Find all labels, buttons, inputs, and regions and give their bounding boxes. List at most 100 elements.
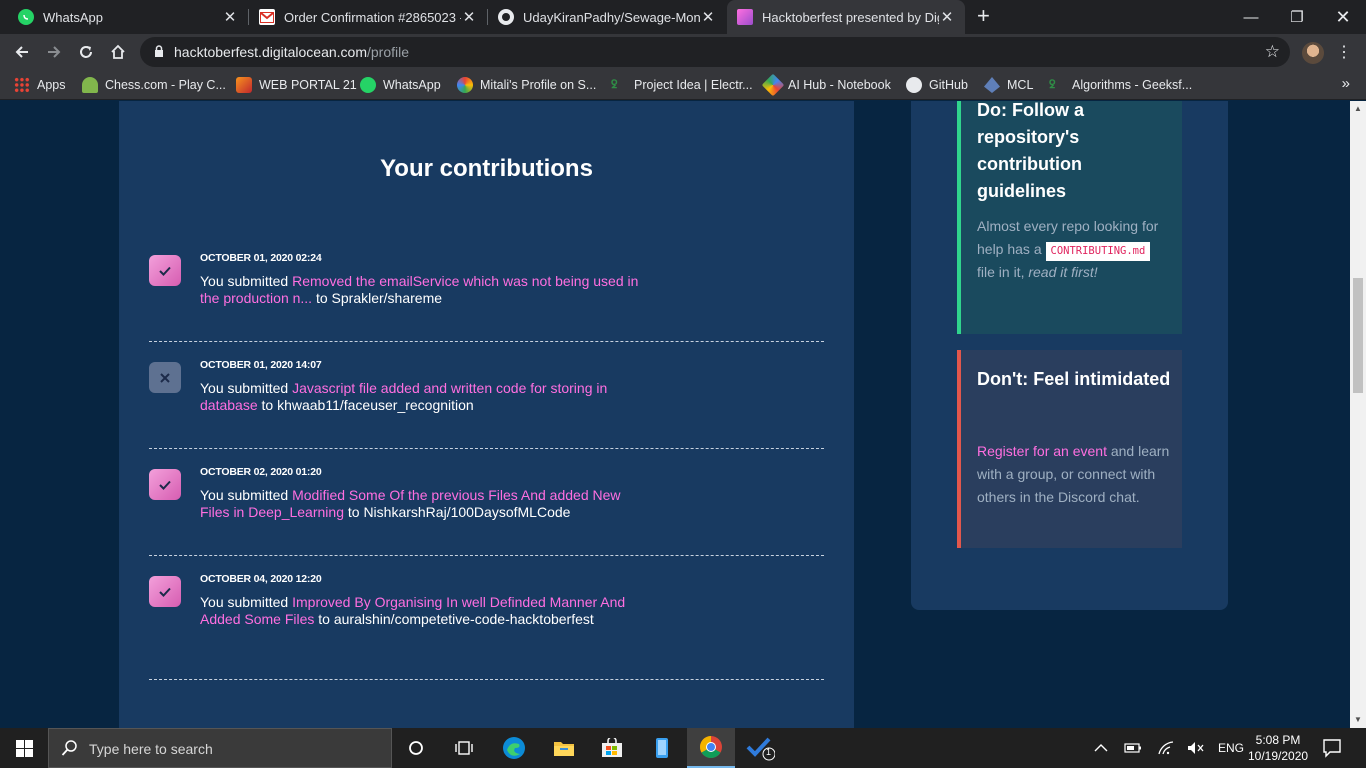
edge-icon[interactable] xyxy=(490,728,538,768)
bookmark-project-idea[interactable]: ꝿ Project Idea | Electr... xyxy=(611,76,753,94)
close-icon[interactable]: ✕ xyxy=(222,8,238,26)
contribution-description: You submitted Removed the emailService w… xyxy=(200,273,639,306)
contribution-description: You submitted Modified Some Of the previ… xyxy=(200,487,621,520)
todo-app-icon[interactable]: 1 xyxy=(736,728,784,768)
task-view-icon[interactable] xyxy=(440,728,488,768)
bookmark-github[interactable]: GitHub xyxy=(906,76,968,94)
windows-start-button[interactable] xyxy=(0,728,48,768)
menu-kebab-icon[interactable]: ⋮ xyxy=(1336,40,1352,66)
check-icon xyxy=(149,255,181,286)
tab-whatsapp[interactable]: WhatsApp ✕ xyxy=(0,0,248,34)
url-text: hacktoberfest.digitalocean.com/profile xyxy=(174,44,410,60)
ai-hub-icon xyxy=(761,73,785,97)
microsoft-store-icon[interactable] xyxy=(588,728,636,768)
wifi-icon[interactable] xyxy=(1157,728,1175,768)
page-scrollbar[interactable]: ▲ ▼ xyxy=(1350,101,1366,728)
windows-logo-icon xyxy=(15,739,33,757)
apps-grid-icon xyxy=(14,77,30,93)
tip-dont-heading: Don't: Feel intimidated xyxy=(977,369,1171,389)
profile-avatar[interactable] xyxy=(1302,42,1324,64)
web-portal-icon xyxy=(236,77,252,93)
scrollbar-thumb[interactable] xyxy=(1353,278,1363,393)
reload-icon[interactable] xyxy=(74,40,98,64)
mcl-icon xyxy=(984,77,1000,93)
volume-muted-icon[interactable] xyxy=(1187,728,1205,768)
back-icon[interactable] xyxy=(10,40,34,64)
contribution-item: OCTOBER 01, 2020 14:07 You submitted Jav… xyxy=(149,359,824,452)
register-event-link[interactable]: Register for an event xyxy=(977,443,1107,459)
contribution-date: OCTOBER 02, 2020 01:20 xyxy=(200,466,322,478)
tab-hacktoberfest[interactable]: Hacktoberfest presented by Digit ✕ xyxy=(727,0,965,34)
tip-do-body: Almost every repo looking for help has a… xyxy=(977,218,1159,280)
bookmark-mitali-profile[interactable]: Mitali's Profile on S... xyxy=(457,76,596,94)
check-icon xyxy=(149,576,181,607)
home-icon[interactable] xyxy=(106,40,130,64)
phone-app-icon[interactable] xyxy=(638,728,686,768)
notification-badge: 1 xyxy=(766,747,772,757)
bookmark-apps[interactable]: Apps xyxy=(14,76,66,94)
geeksforgeeks-icon: ꝿ xyxy=(611,79,618,91)
search-icon xyxy=(61,739,79,762)
language-indicator[interactable]: ENG xyxy=(1218,728,1244,768)
contribution-item: OCTOBER 02, 2020 01:20 You submitted Mod… xyxy=(149,466,824,559)
page-viewport: Your contributions OCTOBER 01, 2020 02:2… xyxy=(0,101,1350,728)
minimize-icon[interactable]: — xyxy=(1228,0,1274,34)
hacktoberfest-icon xyxy=(737,9,753,25)
tip-do-heading: Do: Follow a repository's contribution g… xyxy=(977,101,1084,201)
x-icon xyxy=(149,362,181,393)
bookmark-algorithms[interactable]: ꝿ Algorithms - Geeksf... xyxy=(1049,76,1192,94)
contribution-date: OCTOBER 04, 2020 12:20 xyxy=(200,573,322,585)
close-window-icon[interactable]: ✕ xyxy=(1320,0,1366,34)
forward-icon[interactable] xyxy=(42,40,66,64)
tab-github-repo[interactable]: UdayKiranPadhy/Sewage-Monito ✕ xyxy=(488,0,726,34)
contribution-date: OCTOBER 01, 2020 02:24 xyxy=(200,252,322,264)
tip-dont-card: Don't: Feel intimidated Register for an … xyxy=(957,350,1182,548)
tip-dont-body: Register for an event and learn with a g… xyxy=(977,443,1170,505)
scroll-down-icon[interactable]: ▼ xyxy=(1350,712,1366,728)
system-clock[interactable]: 5:08 PM 10/19/2020 xyxy=(1248,732,1308,764)
address-bar[interactable]: hacktoberfest.digitalocean.com/profile ☆ xyxy=(140,37,1290,67)
bookmark-mcl[interactable]: MCL xyxy=(984,76,1033,94)
taskbar-search-input[interactable]: Type here to search xyxy=(48,728,392,768)
lock-icon xyxy=(154,45,164,63)
whatsapp-icon xyxy=(360,77,376,93)
chevron-up-icon[interactable] xyxy=(1094,728,1108,768)
close-icon[interactable]: ✕ xyxy=(700,8,716,26)
close-icon[interactable]: ✕ xyxy=(939,8,955,26)
action-center-icon[interactable] xyxy=(1322,738,1342,763)
entry-divider xyxy=(149,679,824,680)
browser-tab-strip: WhatsApp ✕ Order Confirmation #2865023 -… xyxy=(0,0,1366,34)
code-snippet: CONTRIBUTING.md xyxy=(1045,242,1151,261)
close-icon[interactable]: ✕ xyxy=(461,8,477,26)
bookmark-ai-hub[interactable]: AI Hub - Notebook xyxy=(761,73,891,97)
github-icon xyxy=(906,77,922,93)
contribution-item: OCTOBER 01, 2020 02:24 You submitted Rem… xyxy=(149,252,824,345)
geeksforgeeks-icon: ꝿ xyxy=(1049,79,1056,91)
gmail-icon xyxy=(259,9,275,25)
contributions-card: Your contributions OCTOBER 01, 2020 02:2… xyxy=(119,101,854,728)
bookmark-star-icon[interactable]: ☆ xyxy=(1265,42,1280,62)
contribution-item: OCTOBER 04, 2020 12:20 You submitted Imp… xyxy=(149,573,824,686)
bookmark-chess[interactable]: Chess.com - Play C... xyxy=(82,76,226,94)
cortana-icon[interactable] xyxy=(392,728,440,768)
contribution-description: You submitted Javascript file added and … xyxy=(200,380,608,413)
tip-do-card: Do: Follow a repository's contribution g… xyxy=(957,101,1182,334)
bookmark-whatsapp[interactable]: WhatsApp xyxy=(360,76,441,94)
file-explorer-icon[interactable] xyxy=(540,728,588,768)
new-tab-button[interactable]: + xyxy=(977,5,997,27)
tab-order-confirmation[interactable]: Order Confirmation #2865023 - ki ✕ xyxy=(249,0,487,34)
battery-icon[interactable] xyxy=(1124,728,1142,768)
entry-divider xyxy=(149,555,824,556)
bookmarks-bar: Apps Chess.com - Play C... WEB PORTAL 21… xyxy=(0,70,1366,100)
entry-divider xyxy=(149,448,824,449)
browser-toolbar: hacktoberfest.digitalocean.com/profile ☆ xyxy=(0,34,1366,70)
contribution-date: OCTOBER 01, 2020 14:07 xyxy=(200,359,322,371)
tips-sidebar: Do: Follow a repository's contribution g… xyxy=(911,101,1228,610)
chrome-icon[interactable] xyxy=(687,728,735,768)
windows-taskbar: Type here to search 1 ENG 5:08 PM 10/19/… xyxy=(0,728,1366,768)
bookmark-web-portal[interactable]: WEB PORTAL 21 xyxy=(236,76,357,94)
scroll-up-icon[interactable]: ▲ xyxy=(1350,101,1366,117)
chevron-double-right-icon[interactable]: » xyxy=(1342,75,1350,92)
chess-pawn-icon xyxy=(82,77,98,93)
maximize-icon[interactable]: ❐ xyxy=(1274,0,1320,34)
